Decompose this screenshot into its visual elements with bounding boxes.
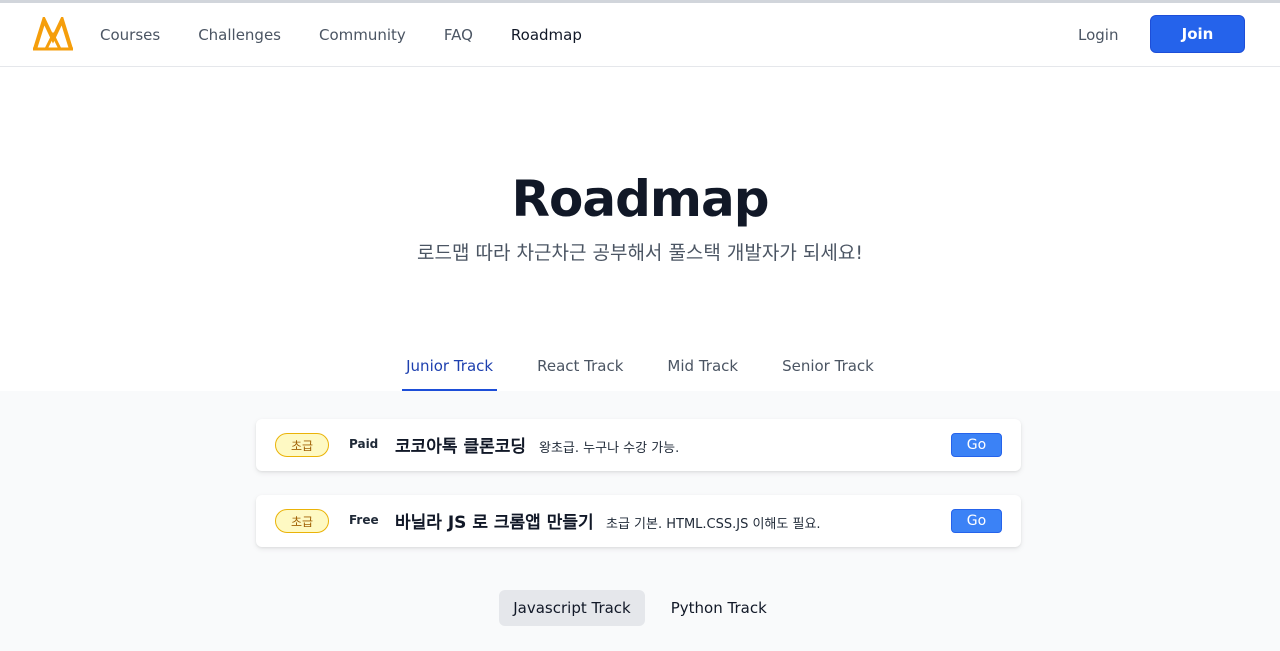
login-link[interactable]: Login	[1078, 26, 1118, 44]
nomad-logo-icon[interactable]	[32, 17, 74, 51]
go-button[interactable]: Go	[951, 509, 1002, 533]
tab-python-track[interactable]: Python Track	[657, 590, 781, 626]
price-label: Paid	[349, 437, 379, 451]
nav-link-challenges[interactable]: Challenges	[198, 26, 281, 44]
tab-senior-track[interactable]: Senior Track	[778, 355, 878, 391]
tab-junior-track[interactable]: Junior Track	[402, 355, 498, 391]
tab-javascript-track[interactable]: Javascript Track	[499, 590, 645, 626]
go-button[interactable]: Go	[951, 433, 1002, 457]
track-tabs: Junior Track React Track Mid Track Senio…	[0, 355, 1280, 391]
nav-link-courses[interactable]: Courses	[100, 26, 160, 44]
nav-link-roadmap[interactable]: Roadmap	[511, 26, 582, 44]
course-description: 왕초급. 누구나 수강 가능.	[539, 441, 680, 456]
course-card: 초급 Paid 코코아톡 클론코딩 왕초급. 누구나 수강 가능. Go	[256, 419, 1021, 471]
page-subtitle: 로드맵 따라 차근차근 공부해서 풀스택 개발자가 되세요!	[417, 242, 863, 264]
nav-link-faq[interactable]: FAQ	[444, 26, 473, 44]
nav-link-community[interactable]: Community	[319, 26, 406, 44]
course-card: 초급 Free 바닐라 JS 로 크롬앱 만들기 초급 기본. HTML.CSS…	[256, 495, 1021, 547]
page-title: Roadmap	[511, 170, 769, 228]
level-badge: 초급	[275, 433, 329, 457]
course-title: 바닐라 JS 로 크롬앱 만들기	[395, 513, 594, 533]
join-button[interactable]: Join	[1150, 15, 1245, 53]
course-description: 초급 기본. HTML.CSS.JS 이해도 필요.	[606, 517, 821, 532]
tab-mid-track[interactable]: Mid Track	[663, 355, 742, 391]
main-nav: Courses Challenges Community FAQ Roadmap	[100, 3, 620, 67]
price-label: Free	[349, 513, 379, 527]
tab-react-track[interactable]: React Track	[533, 355, 627, 391]
course-title: 코코아톡 클론코딩	[395, 437, 527, 457]
level-badge: 초급	[275, 509, 329, 533]
language-tabs: Javascript Track Python Track	[0, 590, 1280, 626]
top-nav-bar: Courses Challenges Community FAQ Roadmap…	[0, 3, 1280, 67]
